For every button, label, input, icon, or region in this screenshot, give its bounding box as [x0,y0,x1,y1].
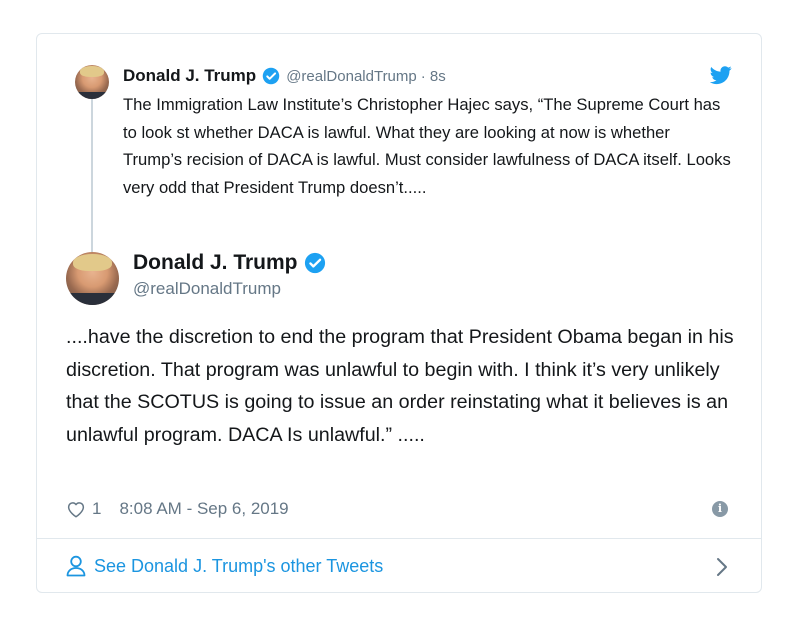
avatar-hair [73,254,112,272]
quoted-author-name[interactable]: Donald J. Trump [123,66,256,86]
quoted-tweet-header: Donald J. Trump @realDonaldTrump · 8s [123,65,446,87]
main-author-handle[interactable]: @realDonaldTrump [133,279,281,299]
like-count[interactable]: 1 [92,499,101,519]
verified-badge-icon [262,67,280,85]
main-tweet-text: ....have the discretion to end the progr… [66,326,734,446]
quoted-tweet-time[interactable]: · 8s [421,68,446,85]
twitter-bird-icon[interactable] [710,64,732,86]
verified-badge-icon [304,252,325,274]
see-other-tweets-label[interactable]: See Donald J. Trump's other Tweets [94,556,383,577]
quoted-avatar[interactable] [75,65,109,99]
quoted-tweet-text: The Immigration Law Institute’s Christop… [123,95,731,197]
tweet-meta-row: 1 8:08 AM - Sep 6, 2019 [66,497,289,521]
main-avatar[interactable] [66,252,119,305]
footer-divider [37,538,761,539]
embedded-tweet-card: Donald J. Trump @realDonaldTrump · 8s Th… [36,33,762,593]
chevron-right-icon[interactable] [716,557,728,577]
heart-icon[interactable] [66,500,86,518]
avatar-suit [66,293,119,305]
avatar-hair [79,66,105,78]
thread-connector-line [91,98,93,263]
main-author-row: Donald J. Trump [133,251,326,275]
main-author-name[interactable]: Donald J. Trump [133,251,298,275]
quoted-author-handle[interactable]: @realDonaldTrump [286,68,417,85]
info-icon[interactable]: i [712,501,728,517]
avatar-suit [75,91,109,99]
see-other-tweets-link[interactable]: See Donald J. Trump's other Tweets [66,553,383,579]
tweet-timestamp[interactable]: 8:08 AM - Sep 6, 2019 [119,499,288,519]
person-icon [66,555,86,577]
